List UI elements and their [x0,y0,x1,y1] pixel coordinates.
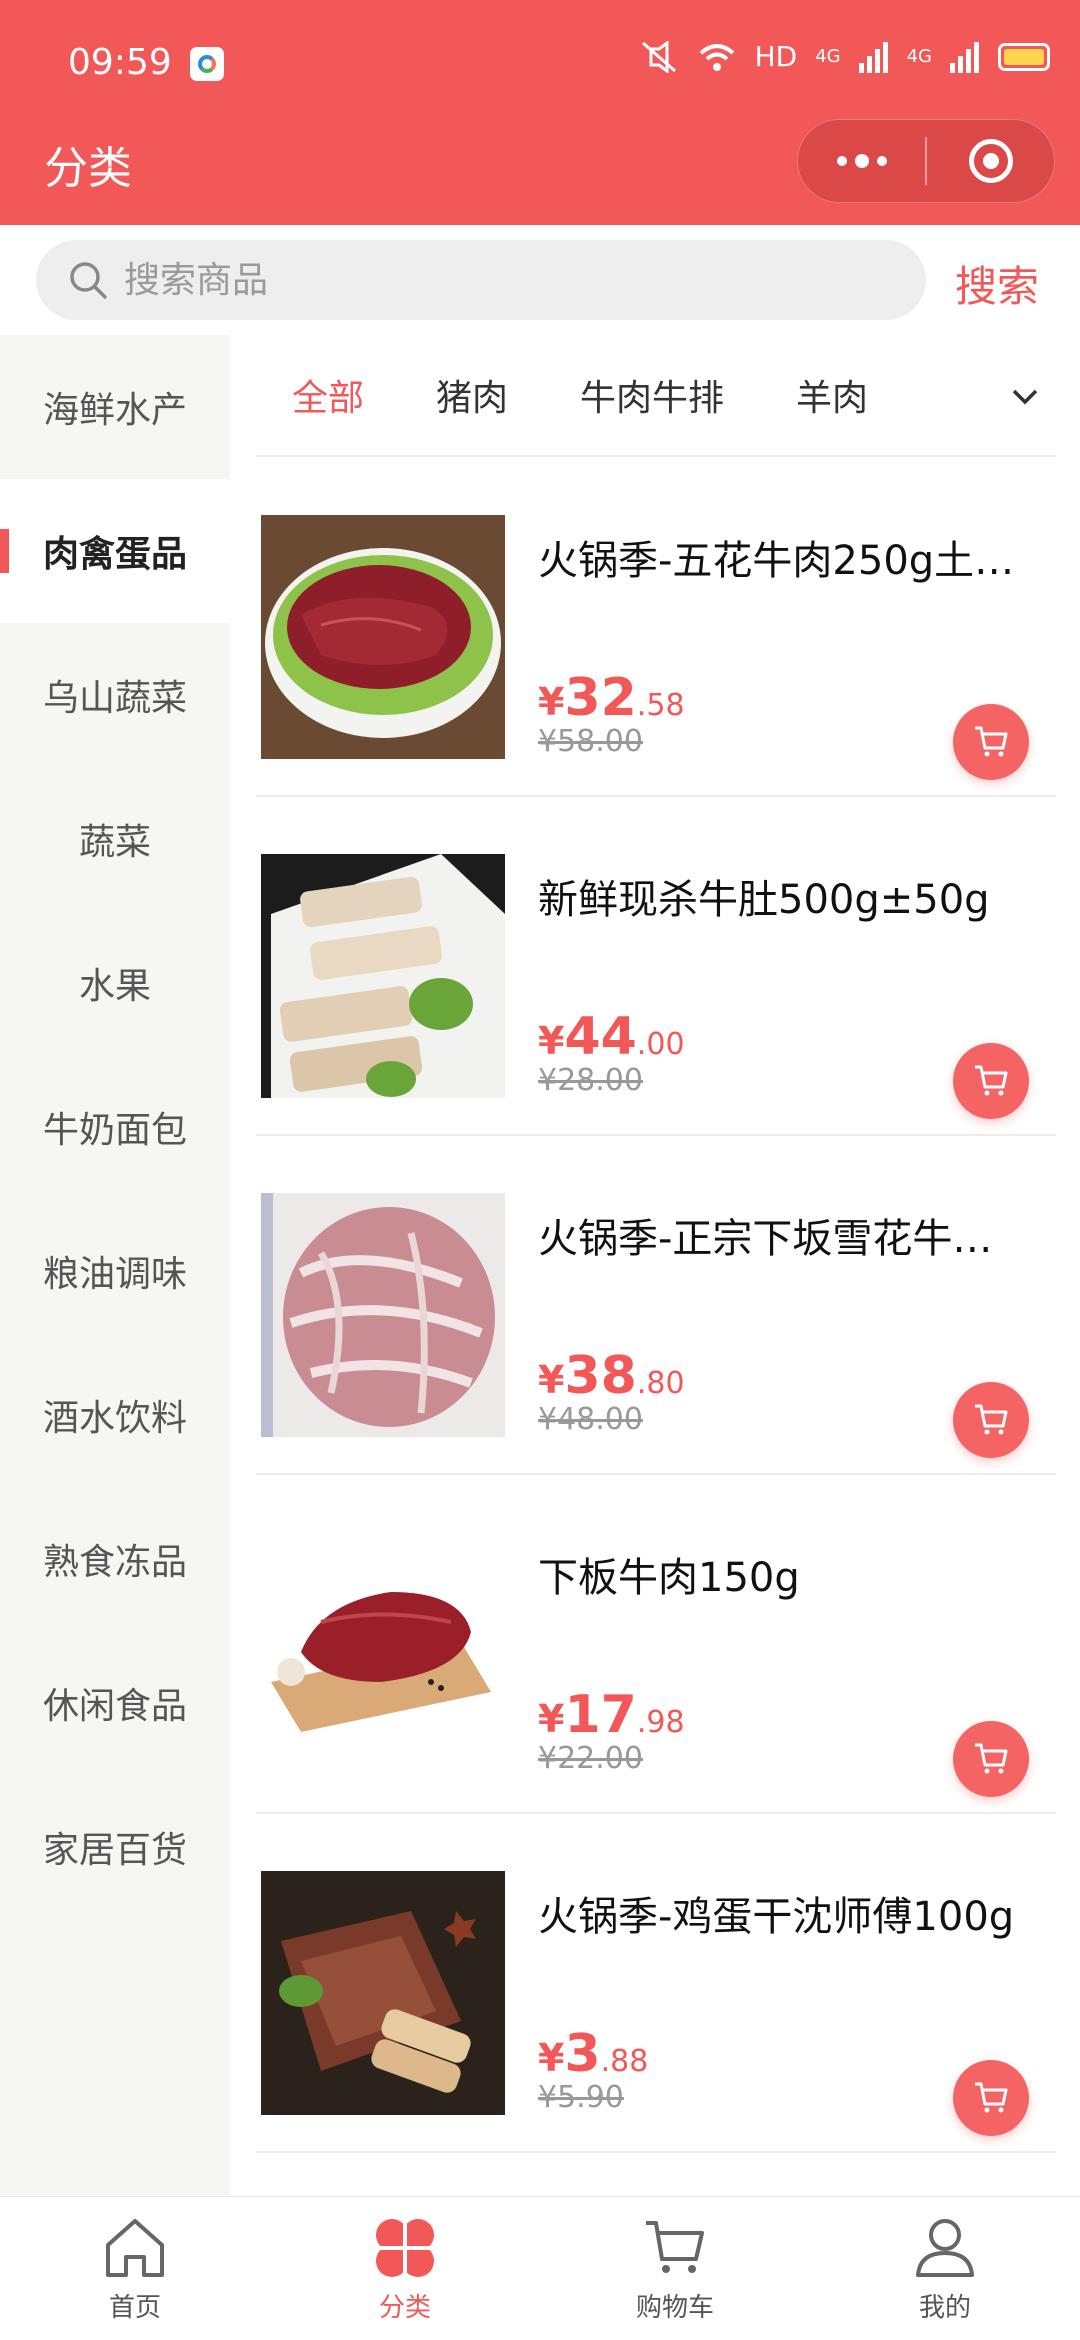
product-price: ¥38.80 [538,1346,685,1406]
product-image[interactable] [261,515,505,759]
sidebar-item-grain-oil[interactable]: 粮油调味 [0,1199,230,1343]
cart-icon [975,2082,1008,2113]
category-sidebar: 海鲜水产 肉禽蛋品 乌山蔬菜 蔬菜 水果 牛奶面包 粮油调味 酒水饮料 熟食冻品… [0,335,230,2195]
more-button[interactable] [798,120,925,202]
product-image[interactable] [261,854,505,1098]
tabbar-category-label: 分类 [378,2293,431,2323]
product-card[interactable]: 火锅季-五花牛肉250g土… ¥32.58 ¥58.00 [256,458,1056,797]
product-price: ¥44.00 [538,1007,685,1067]
sidebar-item-wushan-vegetables[interactable]: 乌山蔬菜 [0,623,230,767]
cart-icon [975,1404,1008,1435]
product-original-price: ¥58.00 [538,724,643,759]
product-name[interactable]: 下板牛肉150g [538,1545,1038,1603]
search-button[interactable]: 搜索 [955,253,1039,314]
cart-icon [975,726,1008,757]
tab-pork[interactable]: 猪肉 [400,369,544,421]
search-icon [70,262,107,299]
product-original-price: ¥22.00 [538,1741,643,1776]
add-to-cart-button[interactable] [953,1043,1029,1119]
cart-icon [975,1743,1008,1774]
status-time: 09:59 [68,42,172,83]
product-original-price: ¥28.00 [538,1063,643,1098]
header: 09:59 HD 4G 4G 分类 [0,0,1080,225]
product-image[interactable] [261,1193,505,1437]
cart-icon [646,2221,704,2273]
product-original-price: ¥5.90 [538,2080,624,2115]
product-original-price: ¥48.00 [538,1402,643,1437]
target-icon [968,139,1013,183]
signal-bars-icon [858,41,889,73]
product-list: 火锅季-五花牛肉250g土… ¥32.58 ¥58.00 新鲜现杀牛肚500g±… [256,458,1056,2153]
wifi-icon [697,41,737,73]
tabbar-cart-label: 购物车 [635,2293,714,2323]
search-input[interactable] [124,259,824,301]
close-miniprogram-button[interactable] [927,120,1054,202]
signal-2-label: 4G [906,45,932,67]
product-name[interactable]: 火锅季-正宗下坂雪花牛… [538,1206,1038,1264]
page-title: 分类 [44,143,132,194]
product-name[interactable]: 新鲜现杀牛肚500g±50g [538,867,1038,925]
product-price: ¥32.58 [538,668,685,728]
sidebar-item-milk-bread[interactable]: 牛奶面包 [0,1055,230,1199]
product-card[interactable]: 下板牛肉150g ¥17.98 ¥22.00 [256,1475,1056,1814]
chevron-down-icon[interactable] [1010,385,1040,409]
cart-icon [975,1065,1008,1096]
category-icon [374,2217,436,2279]
product-image[interactable] [261,1532,505,1776]
sidebar-item-deli-frozen[interactable]: 熟食冻品 [0,1487,230,1631]
add-to-cart-button[interactable] [953,1382,1029,1458]
bottom-tab-bar: 首页 分类 购物车 我的 [0,2196,1080,2340]
tabbar-profile[interactable]: 我的 [810,2197,1080,2340]
signal-bars-2-icon [950,41,980,73]
add-to-cart-button[interactable] [953,2060,1029,2136]
signal-1-label: 4G [815,45,841,67]
sidebar-item-household[interactable]: 家居百货 [0,1775,230,1919]
tab-beef-steak[interactable]: 牛肉牛排 [544,369,760,421]
product-card[interactable]: 火锅季-鸡蛋干沈师傅100g ¥3.88 ¥5.90 [256,1814,1056,2153]
tabbar-cart[interactable]: 购物车 [540,2197,810,2340]
product-card[interactable]: 新鲜现杀牛肚500g±50g ¥44.00 ¥28.00 [256,797,1056,1136]
search-bar[interactable] [36,240,926,320]
product-card[interactable]: 火锅季-正宗下坂雪花牛… ¥38.80 ¥48.00 [256,1136,1056,1475]
battery-icon [998,42,1050,71]
sidebar-item-fruit[interactable]: 水果 [0,911,230,1055]
product-name[interactable]: 火锅季-五花牛肉250g土… [538,528,1038,586]
tabbar-home[interactable]: 首页 [0,2197,270,2340]
tab-all[interactable]: 全部 [256,369,400,421]
sidebar-item-seafood[interactable]: 海鲜水产 [0,335,230,479]
tab-lamb[interactable]: 羊肉 [760,369,904,421]
tabbar-category[interactable]: 分类 [270,2197,540,2340]
profile-icon [916,2219,974,2277]
status-icons: HD 4G 4G [639,40,1050,73]
category-tabs: 全部 猪肉 牛肉牛排 羊肉 [256,335,1056,457]
mute-icon [639,40,679,73]
tabbar-home-label: 首页 [108,2293,161,2323]
sidebar-item-meat-eggs[interactable]: 肉禽蛋品 [0,479,230,623]
tabbar-profile-label: 我的 [918,2293,971,2323]
product-image[interactable] [261,1871,505,2115]
app-notification-icon [190,47,224,81]
more-dots-icon [836,154,887,168]
sidebar-item-drinks[interactable]: 酒水饮料 [0,1343,230,1487]
sidebar-item-vegetables[interactable]: 蔬菜 [0,767,230,911]
mini-program-capsule [797,119,1055,203]
add-to-cart-button[interactable] [953,704,1029,780]
product-name[interactable]: 火锅季-鸡蛋干沈师傅100g [538,1884,1038,1942]
product-price: ¥17.98 [538,1685,685,1745]
home-icon [106,2219,164,2277]
hd-label: HD [754,40,798,73]
product-price: ¥3.88 [538,2024,649,2084]
sidebar-item-snacks[interactable]: 休闲食品 [0,1631,230,1775]
add-to-cart-button[interactable] [953,1721,1029,1797]
